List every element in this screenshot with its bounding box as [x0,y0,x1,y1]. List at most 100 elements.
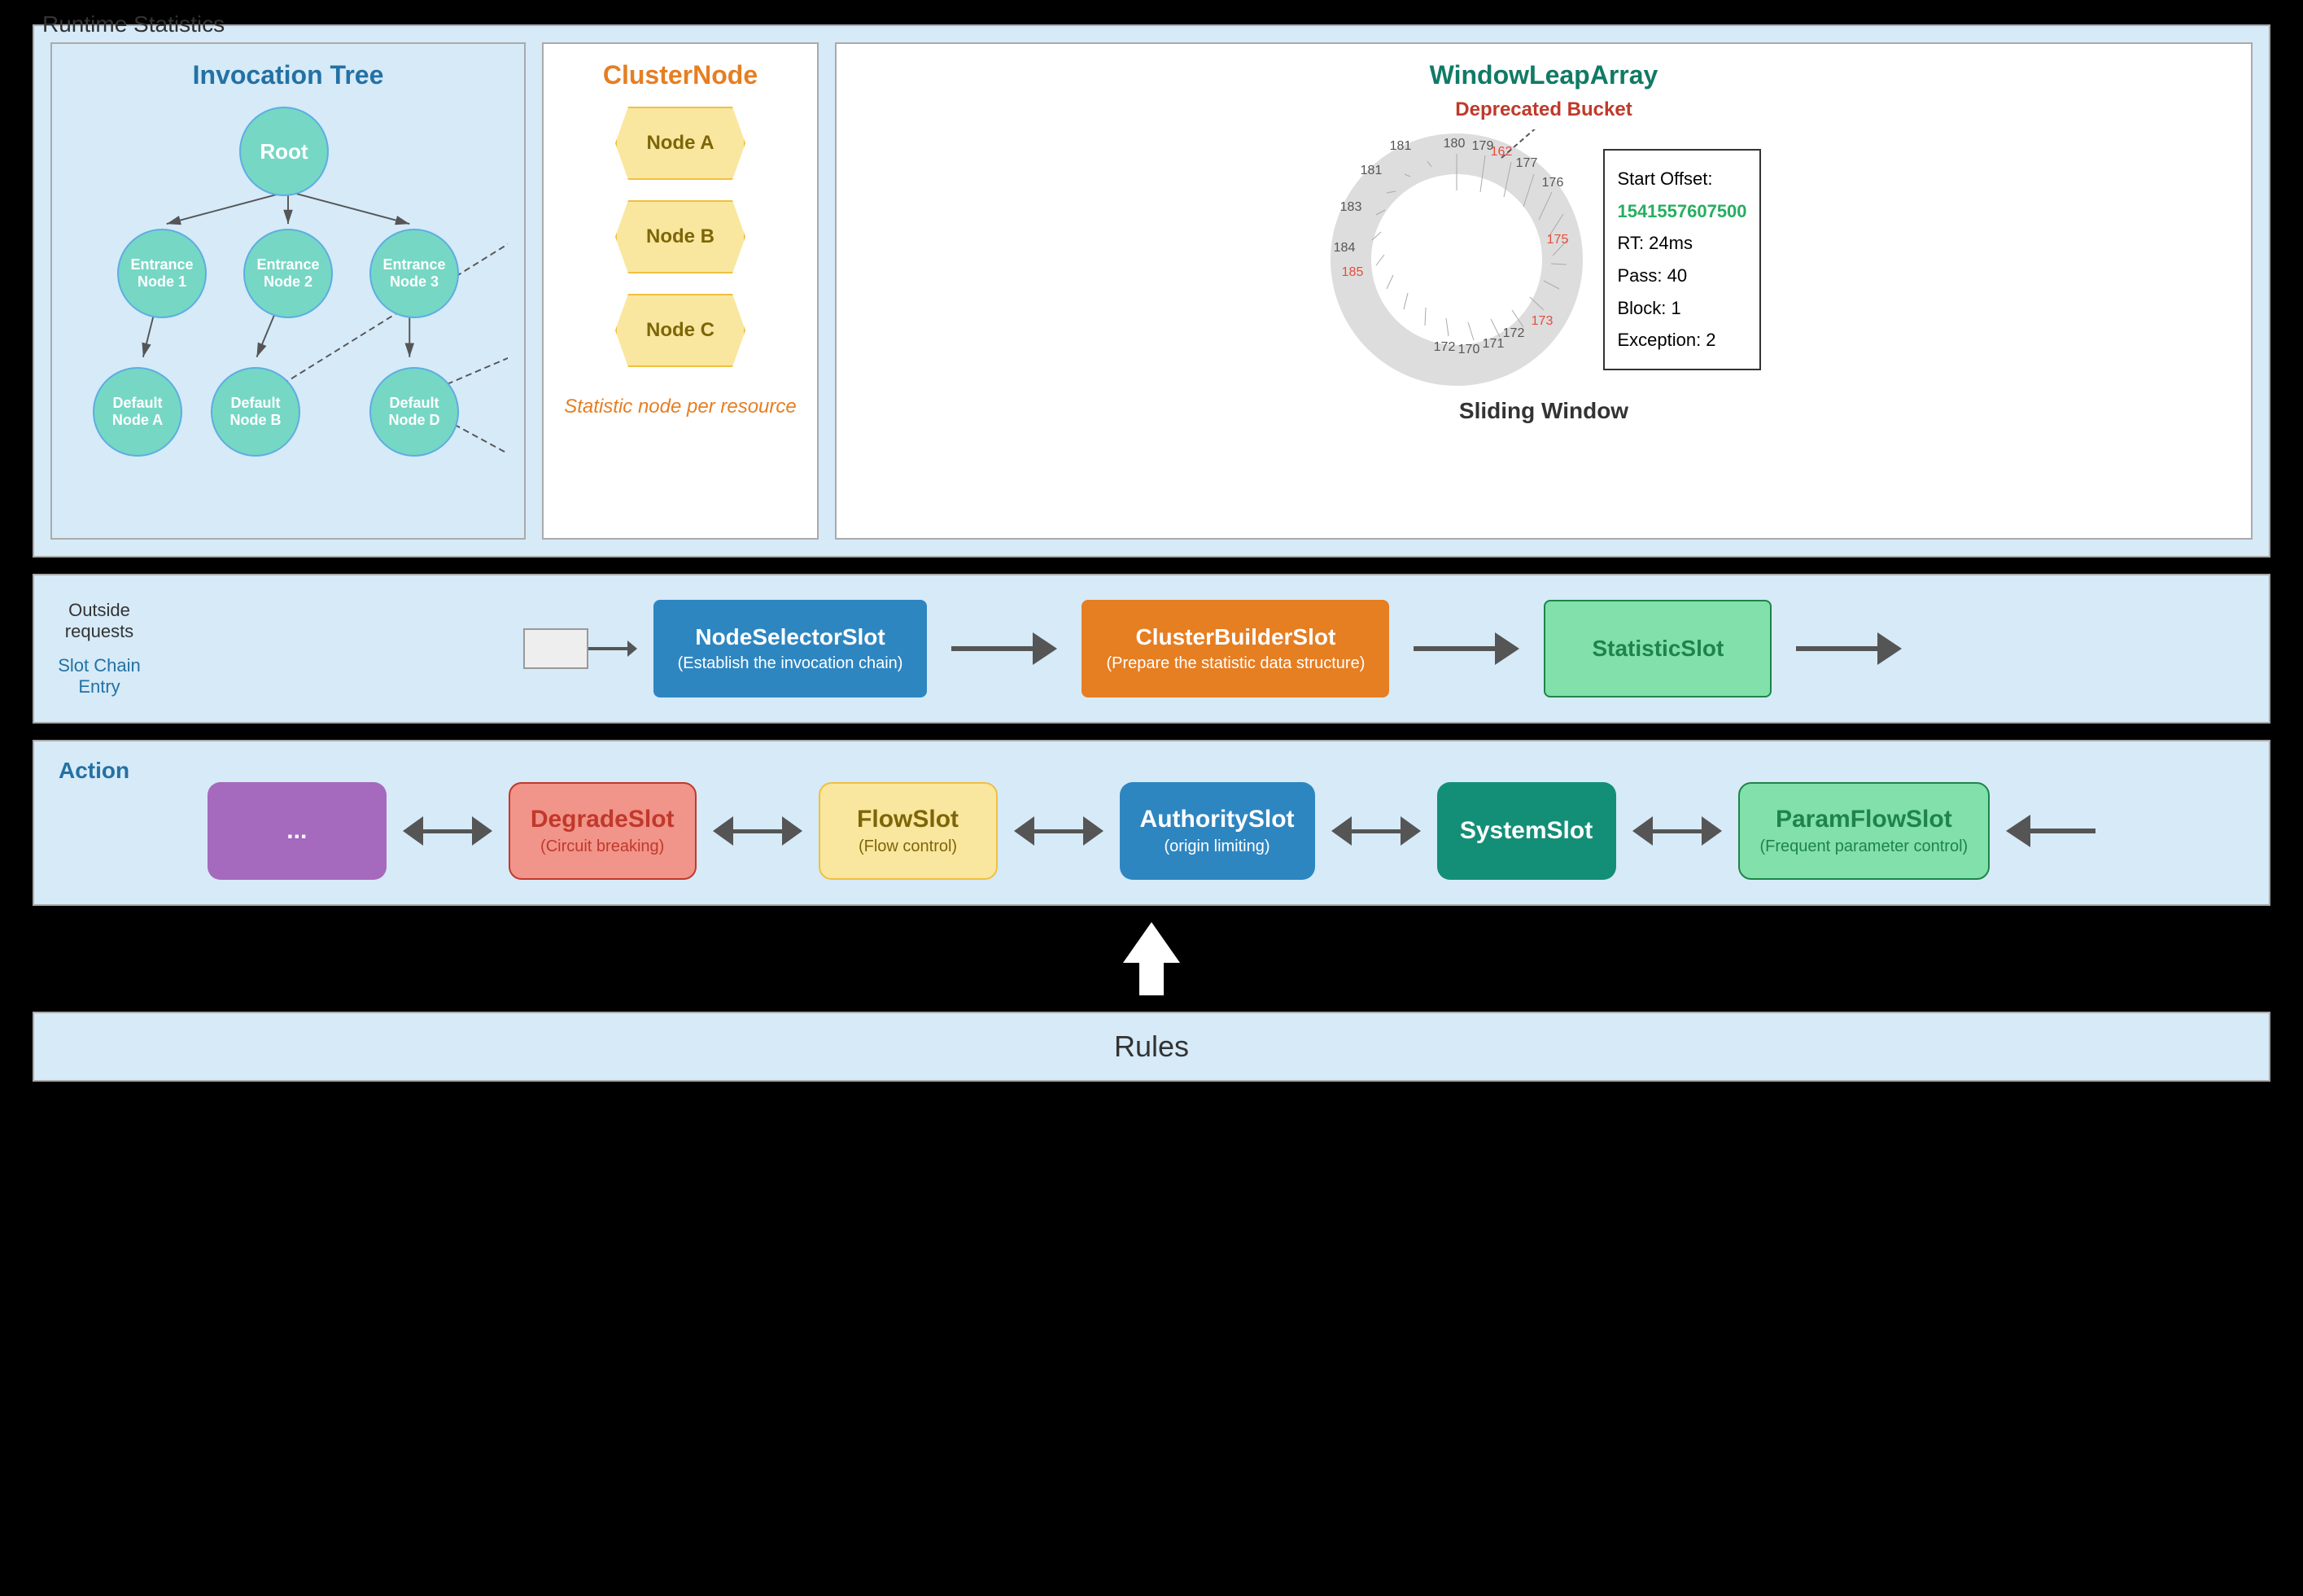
svg-text:181: 181 [1390,139,1412,153]
slot-statistic-name: StatisticSlot [1592,636,1724,662]
rules-label: Rules [1114,1030,1189,1063]
svg-text:183: 183 [1340,200,1362,214]
svg-text:184: 184 [1334,241,1356,255]
window-box: WindowLeapArray Deprecated Bucket [835,42,2253,540]
outside-requests: Outside requests [50,600,148,642]
invocation-title: Invocation Tree [68,60,508,90]
arrow-1-body [951,646,1033,651]
slot-node-selector: NodeSelectorSlot (Establish the invocati… [653,600,928,697]
action-slot-flow-subtitle: (Flow control) [859,837,957,856]
start-offset-value: 1541557607500 [1617,201,1746,221]
arrow-3-head [1877,632,1902,665]
exception-value: Exception: 2 [1617,324,1746,356]
action-panel: Action ... DegradeSlot (Circuit breaking… [33,740,2270,906]
two-arrow-1 [403,816,492,846]
action-slot-degrade: DegradeSlot (Circuit breaking) [509,782,697,880]
up-arrow-group [1123,922,1180,995]
svg-text:172: 172 [1434,340,1456,354]
slot-statistic: StatisticSlot [1544,600,1772,697]
rules-panel: Rules [33,1012,2270,1082]
pass-value: Pass: 40 [1617,260,1746,292]
cluster-box: ClusterNode Node A Node B Node C Statist… [542,42,819,540]
node-entrance3: Entrance Node 3 [369,229,459,318]
entry-input [523,628,629,669]
up-arrow-head [1123,922,1180,963]
two-arrow-5 [1632,816,1722,846]
node-root: Root [239,107,329,196]
big-left-arrow [2006,815,2095,847]
window-title: WindowLeapArray [1430,60,1658,90]
tree-container: Root Entrance Node 1 Entrance Node 2 Ent… [68,98,508,522]
arrow-3-body [1796,646,1877,651]
runtime-panel: Runtime Statistics Invocation Tree [33,24,2270,558]
svg-text:177: 177 [1516,156,1538,170]
action-slot-system-name: SystemSlot [1460,817,1593,845]
node-entrance2: Entrance Node 2 [243,229,333,318]
action-slot-system: SystemSlot [1437,782,1616,880]
arrow-2-body [1414,646,1495,651]
slot-panel: Outside requests Slot Chain Entry NodeSe… [33,574,2270,724]
runtime-label: Runtime Statistics [42,11,225,37]
slot-node-selector-subtitle: (Establish the invocation chain) [678,654,903,673]
action-slot-paramflow: ParamFlowSlot (Frequent parameter contro… [1738,782,1991,880]
cluster-subtitle: Statistic node per resource [564,396,796,418]
up-arrow-container [0,906,2303,1012]
big-left-arrow-body [2030,829,2095,833]
node-defaultB: Default Node B [211,367,300,457]
action-slot-authority-name: AuthoritySlot [1140,806,1295,833]
action-label: Action [59,758,129,784]
slot-cluster-builder: ClusterBuilderSlot (Prepare the statisti… [1082,600,1389,697]
node-defaultD: Default Node D [369,367,459,457]
svg-text:180: 180 [1444,137,1466,151]
slot-chain-entry: Slot Chain Entry [50,655,148,697]
action-slot-paramflow-subtitle: (Frequent parameter control) [1760,837,1969,856]
entry-small-arrow [588,647,629,650]
two-arrow-4 [1331,816,1421,846]
node-defaultA: Default Node A [93,367,182,457]
action-slot-dots: ... [208,782,387,880]
action-slot-dots-name: ... [286,817,307,845]
slot-cluster-builder-name: ClusterBuilderSlot [1136,624,1336,650]
arrow-3 [1796,632,1902,665]
deprecated-bucket: Deprecated Bucket [1455,98,1632,121]
main-container: Runtime Statistics Invocation Tree [0,0,2303,1596]
runtime-inner: Invocation Tree [50,42,2253,540]
rt-value: RT: 24ms [1617,227,1746,260]
arrow-2-head [1495,632,1519,665]
slot-row: NodeSelectorSlot (Establish the invocati… [189,600,2236,697]
action-slot-degrade-subtitle: (Circuit breaking) [540,837,664,856]
block-value: Block: 1 [1617,292,1746,325]
svg-text:181: 181 [1361,164,1383,177]
action-slot-degrade-name: DegradeSlot [531,806,675,833]
hex-node-c: Node C [615,294,745,367]
big-left-arrow-head [2006,815,2030,847]
two-arrow-3 [1014,816,1103,846]
action-slot-flow: FlowSlot (Flow control) [819,782,998,880]
action-slot-paramflow-name: ParamFlowSlot [1776,806,1952,833]
node-entrance1: Entrance Node 1 [117,229,207,318]
action-slot-authority: AuthoritySlot (origin limiting) [1120,782,1315,880]
hex-node-b: Node B [615,200,745,273]
cluster-title: ClusterNode [603,60,758,90]
svg-text:172: 172 [1503,326,1525,340]
slot-node-selector-name: NodeSelectorSlot [695,624,885,650]
hex-node-a: Node A [615,107,745,180]
sliding-window-area: 180 179 177 176 181 181 183 184 172 170 … [1326,129,1760,390]
svg-text:170: 170 [1458,343,1480,356]
svg-text:176: 176 [1542,176,1564,190]
svg-text:175: 175 [1547,233,1569,247]
action-slot-authority-subtitle: (origin limiting) [1165,837,1270,856]
circular-chart-svg: 180 179 177 176 181 181 183 184 172 170 … [1326,129,1587,390]
invocation-box: Invocation Tree [50,42,526,540]
up-arrow-stem [1139,963,1164,995]
arrow-2 [1414,632,1519,665]
two-arrow-2 [713,816,802,846]
sliding-label: Sliding Window [1459,398,1628,424]
action-row: ... DegradeSlot (Circuit breaking) FlowS… [67,782,2236,880]
start-offset-label: Start Offset: 1541557607500 [1617,163,1746,227]
arrow-1-head [1033,632,1057,665]
svg-text:185: 185 [1342,265,1364,279]
svg-text:173: 173 [1532,314,1554,328]
arrow-1 [951,632,1057,665]
info-box: Start Offset: 1541557607500 RT: 24ms Pas… [1603,149,1760,370]
